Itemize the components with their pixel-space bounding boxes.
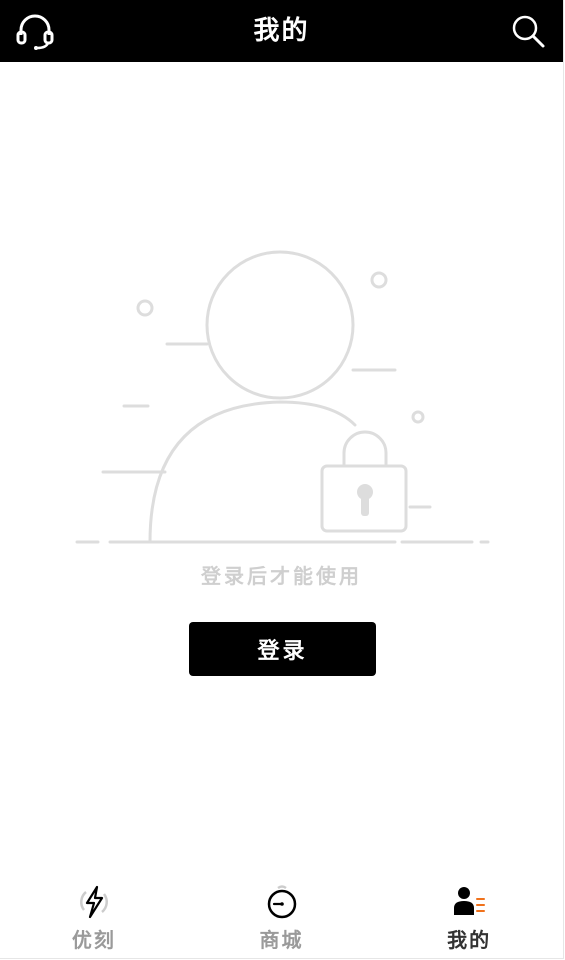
profile-list-icon (454, 887, 486, 915)
search-icon (512, 15, 545, 48)
tab-label: 优刻 (71, 928, 116, 952)
tab-shop[interactable]: 商城 (188, 868, 376, 958)
header-bar: 我的 (0, 0, 563, 62)
tab-label: 我的 (447, 928, 492, 952)
locked-user-icon (75, 250, 490, 544)
clock-icon (267, 885, 296, 919)
bottom-tab-bar: 优刻 商城 我的 (0, 868, 563, 958)
login-button[interactable]: 登录 (189, 622, 376, 676)
screen: 我的 登录后才能使用 登录 优刻 商城 我的 (0, 0, 564, 959)
login-required-hint: 登录后才能使用 (201, 564, 362, 588)
lightning-icon (79, 885, 108, 919)
page-title: 我的 (253, 16, 310, 46)
tab-youke[interactable]: 优刻 (0, 868, 188, 958)
search-button[interactable] (505, 8, 551, 54)
tab-mine[interactable]: 我的 (375, 868, 563, 958)
tab-label: 商城 (259, 928, 304, 952)
